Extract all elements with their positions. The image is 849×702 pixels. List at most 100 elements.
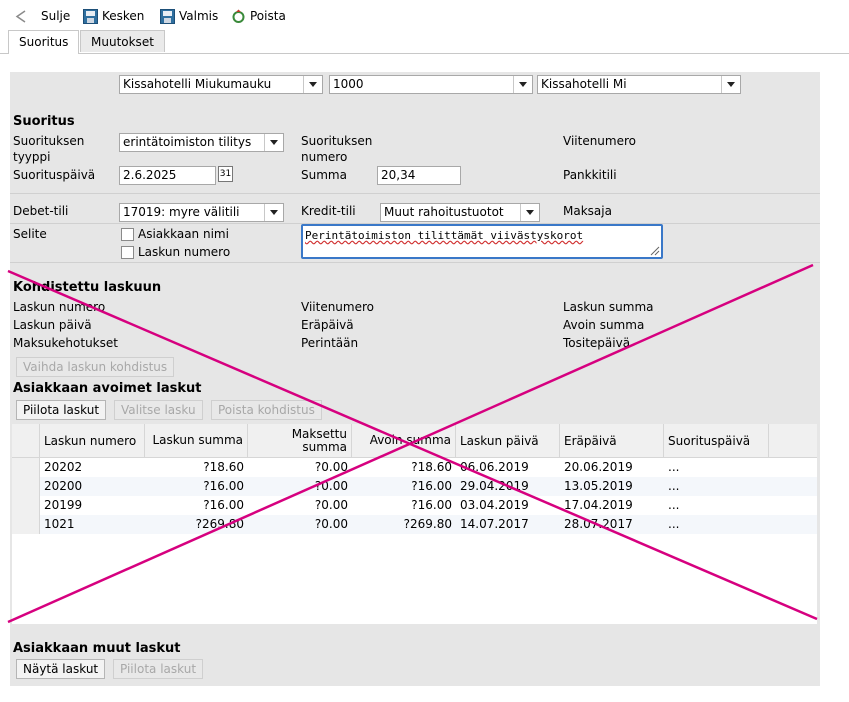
toolbar: Sulje Kesken Valmis Poista xyxy=(0,0,849,30)
open-invoices-heading: Asiakkaan avoimet laskut xyxy=(13,381,202,396)
description-label: Selite xyxy=(13,227,47,241)
name-select-value: Kissahotelli Mi xyxy=(541,77,627,91)
cell-invoice-sum: ?18.60 xyxy=(203,460,244,474)
code-select-value: 1000 xyxy=(333,77,364,91)
show-invoices-button[interactable]: Näytä laskut xyxy=(16,659,106,679)
pending-label: Kesken xyxy=(102,9,145,23)
cell-invoice-date: 03.04.2019 xyxy=(460,498,529,512)
customer-name-checkbox[interactable] xyxy=(121,228,134,241)
column-header[interactable]: Laskun summa xyxy=(145,424,248,457)
cell-invoice-number: 1021 xyxy=(44,517,75,531)
allocated-reference-label: Viitenumero xyxy=(301,300,374,314)
select-invoice-button[interactable]: Valitse lasku xyxy=(114,400,203,420)
save-done-button[interactable]: Valmis xyxy=(160,7,218,25)
column-header[interactable]: Avoin summa xyxy=(352,424,456,457)
recycle-icon xyxy=(232,9,245,23)
column-header[interactable]: Suorituspäivä xyxy=(664,424,769,457)
column-header[interactable]: Maksettu summa xyxy=(248,424,352,457)
row-selector[interactable] xyxy=(12,458,40,477)
table-row[interactable]: 20199 ?16.00 ?0.00 ?16.00 03.04.2019 17.… xyxy=(12,496,817,515)
company-select[interactable]: Kissahotelli Miukumauku xyxy=(119,75,323,94)
change-allocation-button[interactable]: Vaihda laskun kohdistus xyxy=(16,357,175,377)
cell-invoice-date: 29.04.2019 xyxy=(460,479,529,493)
bank-account-label: Pankkitili xyxy=(563,168,617,182)
calendar-icon[interactable]: 31 xyxy=(218,166,233,182)
description-textarea[interactable]: Perintätoimiston tilittämät viivästyskor… xyxy=(301,224,663,259)
cell-open-sum: ?269.80 xyxy=(403,517,452,531)
open-invoices-table: Laskun numero Laskun summa Maksettu summ… xyxy=(12,424,817,624)
table-row[interactable]: 1021 ?269.80 ?0.00 ?269.80 14.07.2017 28… xyxy=(12,515,817,534)
cell-open-sum: ?16.00 xyxy=(411,479,452,493)
payer-label: Maksaja xyxy=(563,204,612,218)
cell-paid-sum: ?0.00 xyxy=(314,517,348,531)
divider xyxy=(10,262,820,263)
row-selector[interactable] xyxy=(12,496,40,515)
cell-due-date: 17.04.2019 xyxy=(564,498,633,512)
chevron-down-icon xyxy=(513,76,532,93)
allocated-open-sum-label: Avoin summa xyxy=(563,318,645,332)
cell-invoice-number: 20202 xyxy=(44,460,83,474)
delete-button[interactable]: Poista xyxy=(231,7,286,25)
payment-number-label-1: Suorituksen xyxy=(301,134,373,148)
company-select-value: Kissahotelli Miukumauku xyxy=(123,77,272,91)
name-select[interactable]: Kissahotelli Mi xyxy=(537,75,741,94)
table-row[interactable]: 20202 ?18.60 ?0.00 ?18.60 06.06.2019 20.… xyxy=(12,458,817,477)
back-arrow-icon xyxy=(15,9,26,23)
calendar-day: 31 xyxy=(219,169,232,179)
tab-muutokset[interactable]: Muutokset xyxy=(80,30,165,52)
chevron-down-icon xyxy=(264,204,283,221)
sum-input[interactable]: 20,34 xyxy=(377,166,461,185)
column-header[interactable]: Eräpäivä xyxy=(560,424,664,457)
reference-label: Viitenumero xyxy=(563,134,636,148)
debit-account-label: Debet-tili xyxy=(13,204,69,218)
row-selector[interactable] xyxy=(12,515,40,534)
invoice-number-checkbox-label: Laskun numero xyxy=(138,245,231,259)
credit-account-label: Kredit-tili xyxy=(301,204,356,218)
floppy-icon xyxy=(83,8,98,24)
delete-label: Poista xyxy=(250,9,286,23)
payment-date-input[interactable]: 2.6.2025 xyxy=(119,166,216,185)
payment-type-select[interactable]: erintätoimiston tilitys xyxy=(119,133,284,152)
cell-due-date: 28.07.2017 xyxy=(564,517,633,531)
column-header[interactable]: Laskun numero xyxy=(40,424,145,457)
close-button[interactable]: Sulje xyxy=(14,7,70,25)
cell-invoice-sum: ?16.00 xyxy=(203,498,244,512)
tab-suoritus[interactable]: Suoritus xyxy=(8,30,80,54)
cell-paid-sum: ?0.00 xyxy=(314,460,348,474)
allocated-invoice-sum-label: Laskun summa xyxy=(563,300,654,314)
debit-account-select[interactable]: 17019: myre välitili xyxy=(119,203,284,222)
close-label: Sulje xyxy=(41,9,71,23)
allocated-reminders-label: Maksukehotukset xyxy=(13,336,118,350)
chevron-down-icon xyxy=(520,204,539,221)
cell-paid-sum: ?0.00 xyxy=(314,498,348,512)
done-label: Valmis xyxy=(179,9,219,23)
allocated-invoice-date-label: Laskun päivä xyxy=(13,318,92,332)
column-header[interactable]: Laskun päivä xyxy=(456,424,560,457)
resize-handle-icon[interactable] xyxy=(648,244,660,256)
code-select[interactable]: 1000 xyxy=(329,75,533,94)
sum-label: Summa xyxy=(301,168,347,182)
chevron-down-icon xyxy=(721,76,740,93)
credit-account-select[interactable]: Muut rahoitustuotot xyxy=(380,203,540,222)
tab-bar: Suoritus Muutokset xyxy=(0,30,849,54)
cell-payment-date: ... xyxy=(668,498,680,512)
hide-other-invoices-button[interactable]: Piilota laskut xyxy=(113,659,204,679)
hide-invoices-button[interactable]: Piilota laskut xyxy=(16,400,107,420)
table-header: Laskun numero Laskun summa Maksettu summ… xyxy=(12,424,817,458)
cell-open-sum: ?16.00 xyxy=(411,498,452,512)
cell-invoice-sum: ?16.00 xyxy=(203,479,244,493)
remove-allocation-button[interactable]: Poista kohdistus xyxy=(211,400,322,420)
save-pending-button[interactable]: Kesken xyxy=(83,7,144,25)
allocated-voucher-date-label: Tositepäivä xyxy=(563,336,631,350)
invoice-number-checkbox[interactable] xyxy=(121,246,134,259)
cell-invoice-sum: ?269.80 xyxy=(195,517,244,531)
cell-invoice-number: 20199 xyxy=(44,498,83,512)
credit-account-value: Muut rahoitustuotot xyxy=(384,205,504,219)
cell-invoice-date: 14.07.2017 xyxy=(460,517,529,531)
row-selector-header xyxy=(12,424,40,457)
row-selector[interactable] xyxy=(12,477,40,496)
payment-type-label-1: Suorituksen xyxy=(13,134,85,148)
cell-invoice-number: 20200 xyxy=(44,479,83,493)
table-row[interactable]: 20200 ?16.00 ?0.00 ?16.00 29.04.2019 13.… xyxy=(12,477,817,496)
cell-open-sum: ?18.60 xyxy=(411,460,452,474)
